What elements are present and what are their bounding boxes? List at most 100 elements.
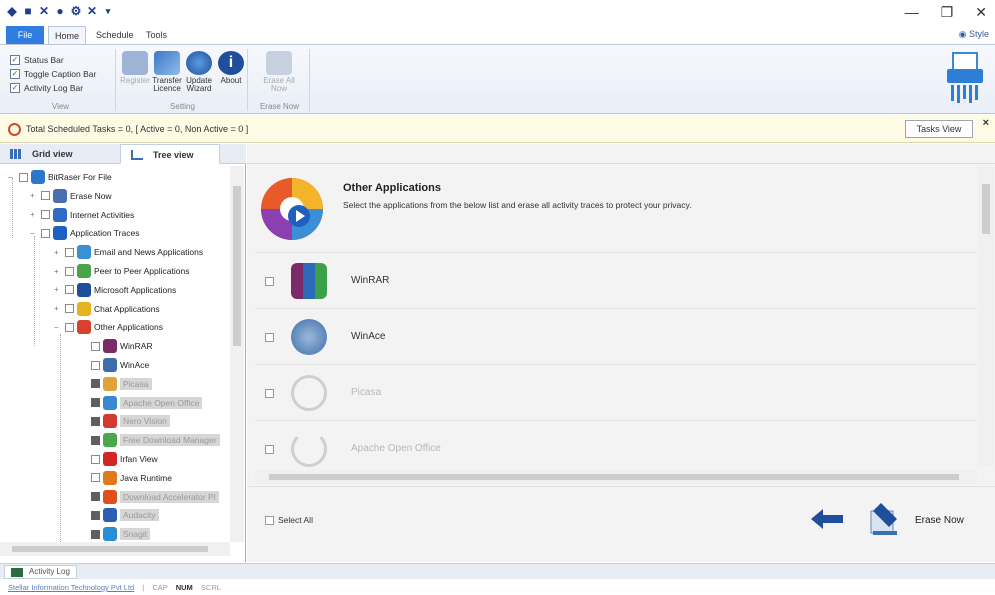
close-button[interactable]: ✕	[975, 4, 987, 21]
app-row-picasa[interactable]: Picasa	[255, 364, 977, 420]
expand-toggle-icon[interactable]: +	[54, 304, 62, 313]
tab-grid-view[interactable]: Grid view	[0, 144, 118, 164]
tree-checkbox[interactable]	[91, 529, 100, 539]
tab-file[interactable]: File	[6, 26, 44, 44]
tree-item[interactable]: WinRAR	[80, 337, 153, 355]
tree-item[interactable]: Audacity	[80, 506, 159, 524]
register-button[interactable]: Register	[118, 51, 152, 85]
tree-vertical-scrollbar[interactable]	[230, 166, 244, 542]
expand-toggle-icon[interactable]: −	[30, 229, 38, 238]
tasks-view-button[interactable]: Tasks View	[905, 120, 973, 138]
app-icon	[103, 489, 117, 504]
app-checkbox[interactable]	[265, 277, 274, 286]
tree-item[interactable]: Nero Vision	[80, 412, 170, 430]
checkbox-icon[interactable]: ✓	[10, 83, 20, 93]
about-button[interactable]: i About	[214, 51, 248, 85]
tab-tree-view[interactable]: Tree view	[120, 144, 220, 164]
tree-checkbox[interactable]	[91, 398, 100, 408]
tree-checkbox[interactable]	[41, 210, 50, 220]
tree-item[interactable]: + Microsoft Applications	[54, 281, 176, 299]
tab-tools[interactable]: Tools	[140, 26, 173, 44]
option-label: Toggle Caption Bar	[24, 69, 97, 79]
erase-all-now-button[interactable]: Erase All Now	[262, 51, 296, 93]
tab-home[interactable]: Home	[48, 26, 87, 44]
apps-vertical-scrollbar[interactable]	[978, 166, 994, 466]
tree-item[interactable]: − Other Applications	[54, 318, 163, 336]
expand-toggle-icon[interactable]: +	[30, 210, 38, 219]
expand-toggle-icon[interactable]: −	[54, 323, 62, 332]
maximize-button[interactable]: ❐	[941, 4, 954, 21]
schedule-quick-icon[interactable]: ●	[54, 5, 66, 17]
tree-checkbox[interactable]	[41, 228, 50, 238]
activity-log-tab[interactable]: Activity Log	[4, 565, 77, 579]
tree-item[interactable]: + Chat Applications	[54, 300, 160, 318]
tree-item[interactable]: Free Download Manager	[80, 431, 220, 449]
app-row-apache-open-office[interactable]: Apache Open Office	[255, 420, 977, 476]
checkbox-icon[interactable]: ✓	[10, 55, 20, 65]
tree-checkbox[interactable]	[65, 304, 74, 314]
app-row-winrar[interactable]: WinRAR	[255, 252, 977, 308]
select-all-option[interactable]: Select All	[265, 515, 313, 525]
tree-horizontal-scrollbar[interactable]	[0, 542, 230, 556]
tree-item[interactable]: + Email and News Applications	[54, 243, 203, 261]
app-checkbox[interactable]	[265, 333, 274, 342]
tab-schedule[interactable]: Schedule	[90, 26, 140, 44]
activity-log-bar-option[interactable]: ✓ Activity Log Bar	[10, 81, 96, 95]
minimize-button[interactable]: —	[905, 4, 919, 21]
expand-toggle-icon[interactable]: −	[8, 173, 16, 182]
tree-checkbox[interactable]	[19, 172, 28, 182]
app-row-winace[interactable]: WinAce	[255, 308, 977, 364]
status-bar-option[interactable]: ✓ Status Bar	[10, 53, 96, 67]
new-icon[interactable]: ■	[22, 5, 34, 17]
tree-item[interactable]: + Erase Now	[30, 187, 112, 205]
tree-item[interactable]: Irfan View	[80, 450, 158, 468]
expand-toggle-icon[interactable]: +	[54, 285, 62, 294]
tree-checkbox[interactable]	[91, 341, 100, 351]
expand-toggle-icon[interactable]: +	[54, 248, 62, 257]
transfer-licence-button[interactable]: Transfer Licence	[150, 51, 184, 93]
scrollbar-thumb[interactable]	[233, 186, 241, 346]
tree-item[interactable]: Snagit	[80, 525, 151, 542]
tree-checkbox[interactable]	[91, 492, 100, 502]
toggle-caption-bar-option[interactable]: ✓ Toggle Caption Bar	[10, 67, 96, 81]
tree-checkbox[interactable]	[91, 510, 100, 520]
tree-checkbox[interactable]	[65, 247, 74, 257]
select-all-checkbox[interactable]	[265, 515, 274, 525]
apps-horizontal-scrollbar[interactable]	[255, 470, 977, 484]
tree-checkbox[interactable]	[65, 285, 74, 295]
tree-checkbox[interactable]	[91, 435, 100, 445]
tree-item[interactable]: Picasa	[80, 375, 152, 393]
tree-item[interactable]: Download Accelerator Pl	[80, 488, 219, 506]
tree-checkbox[interactable]	[91, 454, 100, 464]
tree-item[interactable]: + Peer to Peer Applications	[54, 262, 189, 280]
close-quick-icon[interactable]: ✕	[86, 5, 98, 17]
settings-quick-icon[interactable]: ⚙	[70, 5, 82, 17]
tree-checkbox[interactable]	[91, 473, 100, 483]
tree-item[interactable]: Java Runtime	[80, 469, 172, 487]
tree-item[interactable]: − Application Traces	[30, 224, 139, 242]
customize-dropdown-icon[interactable]: ▾	[102, 5, 114, 17]
expand-toggle-icon[interactable]: +	[30, 191, 38, 200]
expand-toggle-icon[interactable]: +	[54, 267, 62, 276]
tree-item[interactable]: − BitRaser For File	[8, 168, 112, 186]
checkbox-icon[interactable]: ✓	[10, 69, 20, 79]
scrollbar-thumb[interactable]	[12, 546, 208, 552]
tree-checkbox[interactable]	[65, 322, 74, 332]
erase-quick-icon[interactable]: ✕	[38, 5, 50, 17]
close-icon[interactable]: ×	[983, 117, 989, 129]
tree-item[interactable]: + Internet Activities	[30, 206, 134, 224]
tree-item[interactable]: Apache Open Office	[80, 394, 203, 412]
tree-checkbox[interactable]	[91, 360, 100, 370]
app-checkbox[interactable]	[265, 389, 274, 398]
company-link[interactable]: Stellar Information Technology Pvt Ltd	[8, 583, 134, 592]
app-checkbox[interactable]	[265, 445, 274, 454]
tree-item[interactable]: WinAce	[80, 356, 149, 374]
tree-checkbox[interactable]	[91, 379, 100, 389]
style-menu[interactable]: ◉ Style	[959, 29, 989, 40]
tree-checkbox[interactable]	[65, 266, 74, 276]
tree-checkbox[interactable]	[41, 191, 50, 201]
update-wizard-button[interactable]: Update Wizard	[182, 51, 216, 93]
scrollbar-thumb[interactable]	[269, 474, 959, 480]
scrollbar-thumb[interactable]	[982, 184, 990, 234]
tree-checkbox[interactable]	[91, 416, 100, 426]
